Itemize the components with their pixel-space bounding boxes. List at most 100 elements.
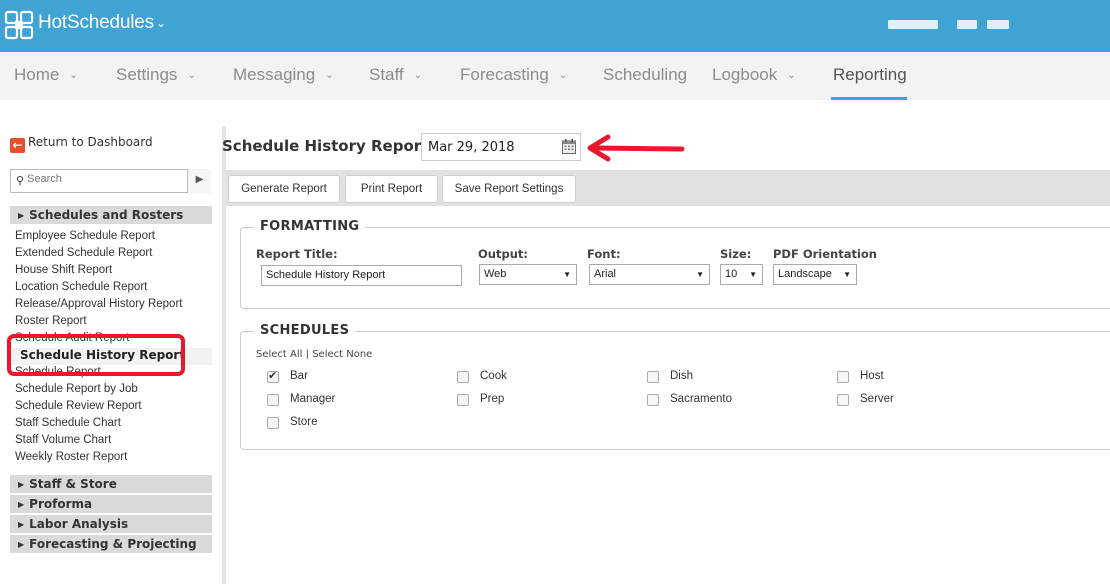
nav-staff[interactable]: Staff ⌄ — [369, 65, 422, 85]
page-title: Schedule History Report — [222, 137, 429, 155]
dropdown-arrow-icon: ▼ — [696, 270, 704, 279]
pdf-orientation-select[interactable]: Landscape ▼ — [773, 264, 857, 285]
section-forecasting-and-projecting[interactable]: ▶ Forecasting & Projecting — [10, 535, 212, 553]
search-input[interactable] — [27, 173, 187, 185]
section-label: Forecasting & Projecting — [29, 537, 197, 551]
checkbox-prep[interactable] — [457, 394, 469, 406]
user-name-redacted[interactable] — [888, 20, 938, 29]
top-header-bar: HotSchedules ⌄ — [0, 0, 1110, 52]
checkbox-manager[interactable] — [267, 394, 279, 406]
nav-logbook[interactable]: Logbook ⌄ — [712, 65, 796, 85]
nav-staff-label: Staff — [369, 65, 404, 84]
dropdown-arrow-icon: ▼ — [749, 270, 757, 279]
nav-logbook-label: Logbook — [712, 65, 778, 84]
section-label: Staff & Store — [29, 477, 117, 491]
sidebar-item-location-schedule-report[interactable]: Location Schedule Report — [15, 281, 147, 293]
checkbox-store[interactable] — [267, 417, 279, 429]
generate-report-button[interactable]: Generate Report — [228, 175, 340, 203]
nav-home[interactable]: Home ⌄ — [14, 65, 78, 85]
schedules-heading: SCHEDULES — [254, 323, 356, 338]
section-label: Schedules and Rosters — [29, 208, 184, 222]
checkbox-host-label: Host — [860, 370, 884, 382]
report-date-input[interactable] — [428, 140, 548, 155]
sidebar-item-schedule-review-report[interactable]: Schedule Review Report — [15, 400, 142, 412]
checkbox-dish-label: Dish — [670, 370, 694, 382]
section-labor-analysis[interactable]: ▶ Labor Analysis — [10, 515, 212, 533]
checkbox-server[interactable] — [837, 394, 849, 406]
nav-messaging-label: Messaging — [233, 65, 316, 84]
search-icon: ⚲ — [16, 174, 25, 187]
return-to-dashboard-link[interactable]: ← Return to Dashboard — [10, 135, 153, 153]
report-title-field[interactable]: Schedule History Report — [261, 265, 462, 286]
checkbox-cook-label: Cook — [480, 370, 507, 382]
user-info-redacted-2[interactable] — [987, 20, 1009, 29]
section-proforma[interactable]: ▶ Proforma — [10, 495, 212, 513]
sidebar-item-staff-schedule-chart[interactable]: Staff Schedule Chart — [15, 417, 121, 429]
font-select[interactable]: Arial ▼ — [589, 264, 710, 285]
pdf-orientation-value: Landscape — [778, 268, 832, 280]
sidebar-item-staff-volume-chart[interactable]: Staff Volume Chart — [15, 434, 111, 446]
main-navigation: Home ⌄ Settings ⌄ Messaging ⌄ Staff ⌄ Foreca… — [0, 52, 1110, 100]
red-highlight-box — [7, 334, 185, 376]
report-date-picker[interactable] — [421, 133, 581, 161]
nav-forecasting-label: Forecasting — [460, 65, 549, 84]
nav-reporting-label: Reporting — [833, 65, 907, 84]
sidebar-item-release-approval-history-report[interactable]: Release/Approval History Report — [15, 298, 182, 310]
output-label: Output: — [478, 247, 528, 261]
chevron-down-icon: ⌄ — [787, 70, 796, 81]
app-menu-chevron-icon[interactable]: ⌄ — [156, 16, 166, 30]
search-go-arrow-icon[interactable]: ▶ — [187, 169, 211, 193]
sidebar-item-schedule-report-by-job[interactable]: Schedule Report by Job — [15, 383, 138, 395]
pdf-orientation-label: PDF Orientation — [773, 247, 877, 261]
sidebar-item-extended-schedule-report[interactable]: Extended Schedule Report — [15, 247, 152, 259]
nav-scheduling[interactable]: Scheduling — [603, 65, 687, 85]
checkbox-bar[interactable] — [267, 369, 279, 383]
save-report-settings-button[interactable]: Save Report Settings — [442, 175, 576, 203]
dropdown-arrow-icon: ▼ — [843, 270, 851, 279]
chevron-down-icon: ⌄ — [69, 70, 78, 81]
triangle-right-icon: ▶ — [18, 500, 25, 509]
output-value: Web — [484, 268, 507, 280]
select-all-link[interactable]: Select All — [256, 349, 302, 360]
nav-settings-label: Settings — [116, 65, 178, 84]
select-none-link[interactable]: Select None — [312, 349, 372, 360]
nav-reporting[interactable]: Reporting — [833, 65, 907, 85]
sidebar-item-employee-schedule-report[interactable]: Employee Schedule Report — [15, 230, 155, 242]
calendar-icon[interactable] — [562, 139, 576, 154]
sidebar-item-house-shift-report[interactable]: House Shift Report — [15, 264, 112, 276]
section-label: Labor Analysis — [29, 517, 129, 531]
chevron-down-icon: ⌄ — [413, 70, 423, 81]
nav-settings[interactable]: Settings ⌄ — [116, 65, 196, 85]
red-annotation-arrow-icon — [587, 134, 685, 162]
dropdown-arrow-icon: ▼ — [563, 270, 571, 279]
nav-messaging[interactable]: Messaging ⌄ — [233, 65, 334, 85]
triangle-right-icon: ▶ — [18, 540, 25, 549]
checkbox-manager-label: Manager — [290, 393, 336, 405]
app-name[interactable]: HotSchedules — [38, 12, 154, 34]
checkbox-prep-label: Prep — [480, 393, 505, 405]
triangle-right-icon: ▶ — [18, 211, 25, 220]
nav-forecasting[interactable]: Forecasting ⌄ — [460, 65, 567, 85]
checkbox-host[interactable] — [837, 371, 849, 383]
chevron-down-icon: ⌄ — [325, 70, 334, 81]
checkbox-sacramento-label: Sacramento — [670, 393, 733, 405]
sidebar-item-roster-report[interactable]: Roster Report — [15, 315, 87, 327]
sidebar-item-weekly-roster-report[interactable]: Weekly Roster Report — [15, 451, 127, 463]
size-select[interactable]: 10 ▼ — [720, 264, 763, 285]
font-label: Font: — [587, 247, 621, 261]
checkbox-cook[interactable] — [457, 371, 469, 383]
report-title-label: Report Title: — [256, 247, 338, 261]
checkbox-dish[interactable] — [647, 371, 659, 383]
checkbox-sacramento[interactable] — [647, 394, 659, 406]
output-select[interactable]: Web ▼ — [479, 264, 577, 285]
chevron-down-icon: ⌄ — [187, 70, 196, 81]
section-schedules-and-rosters[interactable]: ▶ Schedules and Rosters — [10, 206, 212, 224]
nav-home-label: Home — [14, 65, 60, 84]
user-info-redacted[interactable] — [957, 20, 977, 29]
sidebar-search: ⚲ ▶ — [10, 169, 211, 193]
section-label: Proforma — [29, 497, 93, 511]
size-label: Size: — [720, 247, 752, 261]
print-report-button[interactable]: Print Report — [345, 175, 438, 203]
section-staff-and-store[interactable]: ▶ Staff & Store — [10, 475, 212, 493]
return-to-dashboard-label: Return to Dashboard — [28, 135, 153, 149]
